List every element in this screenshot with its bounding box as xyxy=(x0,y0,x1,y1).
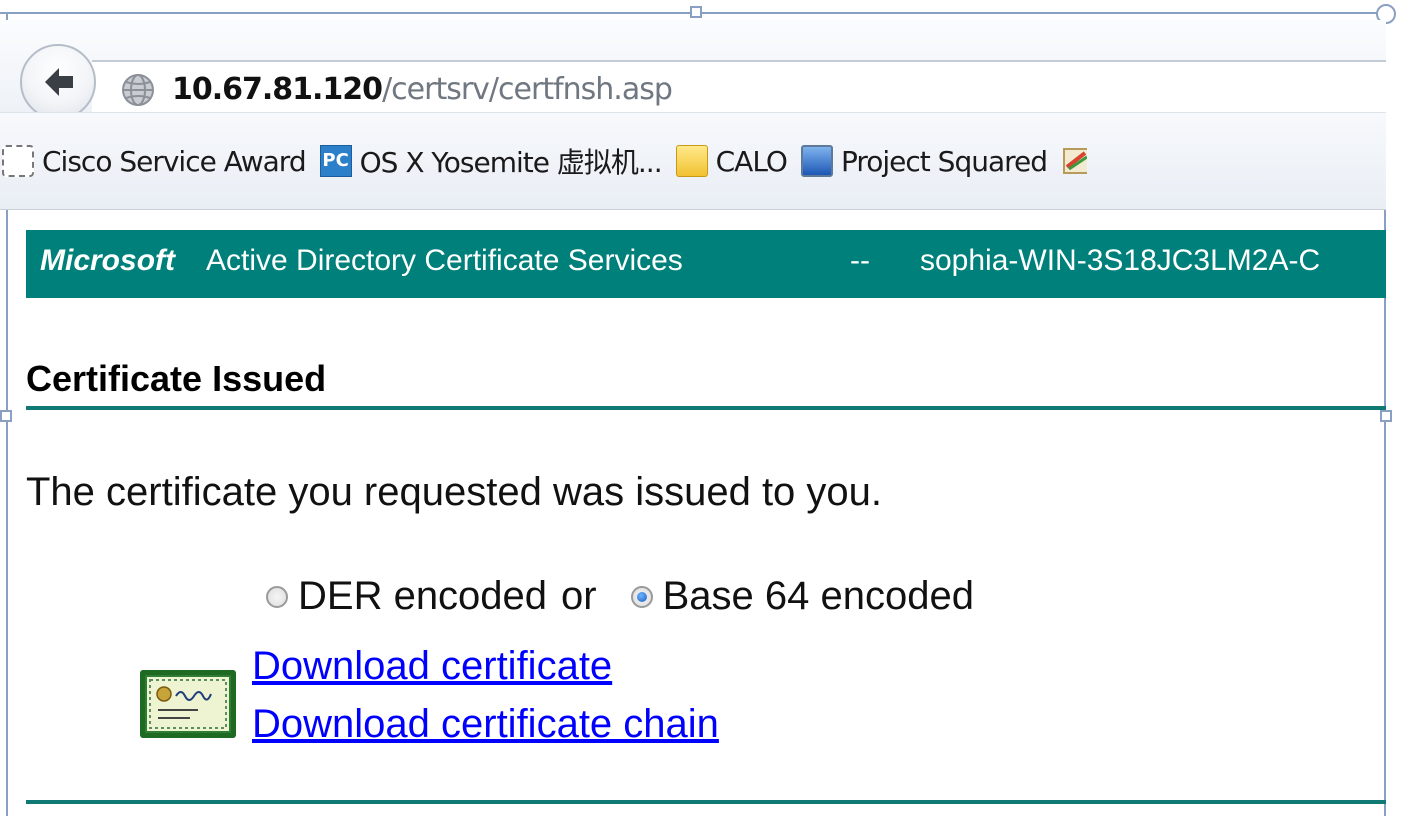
header-ca-name: sophia-WIN-3S18JC3LM2A-C xyxy=(920,244,1321,277)
bottom-divider xyxy=(26,800,1386,804)
blue-square-icon xyxy=(800,145,833,177)
issued-message: The certificate you requested was issued… xyxy=(26,470,883,514)
bookmark-label: CALO xyxy=(715,144,788,178)
url-path: /certsrv/certfnsh.asp xyxy=(382,72,673,107)
download-certificate-link[interactable]: Download certificate xyxy=(252,644,612,689)
bookmark-label: Project Squared xyxy=(840,144,1048,178)
der-encoded-label[interactable]: DER encoded xyxy=(298,574,547,619)
frame-handle-top xyxy=(690,6,702,18)
der-encoded-radio[interactable] xyxy=(266,585,288,608)
download-certificate-chain-link[interactable]: Download certificate chain xyxy=(252,702,719,747)
url-text: 10.67.81.120/certsrv/certfnsh.asp xyxy=(172,70,673,110)
header-service-title: Active Directory Certificate Services xyxy=(206,244,683,277)
back-button[interactable] xyxy=(20,44,96,120)
folder-icon xyxy=(675,145,708,177)
notepad-icon xyxy=(1061,145,1088,177)
pc-icon: PC xyxy=(319,145,352,177)
bookmark-calo[interactable]: CALO xyxy=(675,144,788,178)
bookmarks-bar: Cisco Service Award PC OS X Yosemite 虚拟机… xyxy=(0,112,1386,210)
base64-encoded-label[interactable]: Base 64 encoded xyxy=(663,574,974,619)
globe-icon xyxy=(120,72,156,113)
adcs-header-band: Microsoft Active Directory Certificate S… xyxy=(26,230,1386,298)
title-divider xyxy=(26,406,1386,410)
header-brand: Microsoft xyxy=(40,244,175,277)
encoding-options: DER encoded or Base 64 encoded xyxy=(266,574,974,619)
navigation-bar: 10.67.81.120/certsrv/certfnsh.asp xyxy=(0,20,1386,120)
bookmark-label: OS X Yosemite 虚拟机... xyxy=(359,146,663,179)
address-bar[interactable]: 10.67.81.120/certsrv/certfnsh.asp xyxy=(92,60,1386,118)
page-content: Microsoft Active Directory Certificate S… xyxy=(0,208,1386,816)
page-title: Certificate Issued xyxy=(26,358,327,399)
header-separator: -- xyxy=(850,244,870,277)
url-host: 10.67.81.120 xyxy=(172,72,383,107)
bookmark-project-squared[interactable]: Project Squared xyxy=(800,144,1048,178)
base64-encoded-radio[interactable] xyxy=(630,585,653,608)
bookmark-os-x-yosemite[interactable]: PC OS X Yosemite 虚拟机... xyxy=(319,141,663,181)
bookmark-cisco-service-award[interactable]: Cisco Service Award xyxy=(2,144,307,178)
bookmark-label: Cisco Service Award xyxy=(42,144,307,178)
back-arrow-icon xyxy=(45,68,73,96)
dashed-square-icon xyxy=(2,145,34,177)
certificate-icon xyxy=(138,668,238,745)
or-label: or xyxy=(561,574,597,618)
bookmark-truncated[interactable] xyxy=(1061,145,1088,177)
